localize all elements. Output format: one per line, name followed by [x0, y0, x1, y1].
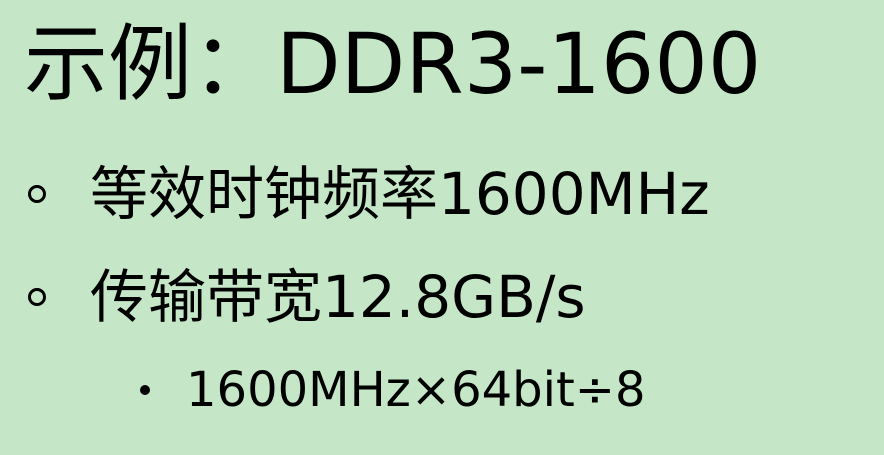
sub-bullet-item: 1600MHz×64bit÷8	[140, 366, 646, 414]
filled-bullet-icon	[140, 385, 150, 395]
bullet-text: 传输带宽12.8GB/s	[90, 263, 586, 331]
sub-bullet-text: 1600MHz×64bit÷8	[186, 362, 646, 418]
slide-title: 示例：DDR3-1600	[24, 15, 762, 113]
bullet-item: 等效时钟频率1600MHz	[28, 165, 710, 223]
hollow-bullet-icon	[28, 185, 46, 203]
slide: 示例：DDR3-1600 等效时钟频率1600MHz 传输带宽12.8GB/s …	[0, 0, 884, 455]
bullet-item: 传输带宽12.8GB/s	[28, 268, 586, 326]
bullet-text: 等效时钟频率1600MHz	[90, 160, 710, 228]
hollow-bullet-icon	[28, 288, 46, 306]
